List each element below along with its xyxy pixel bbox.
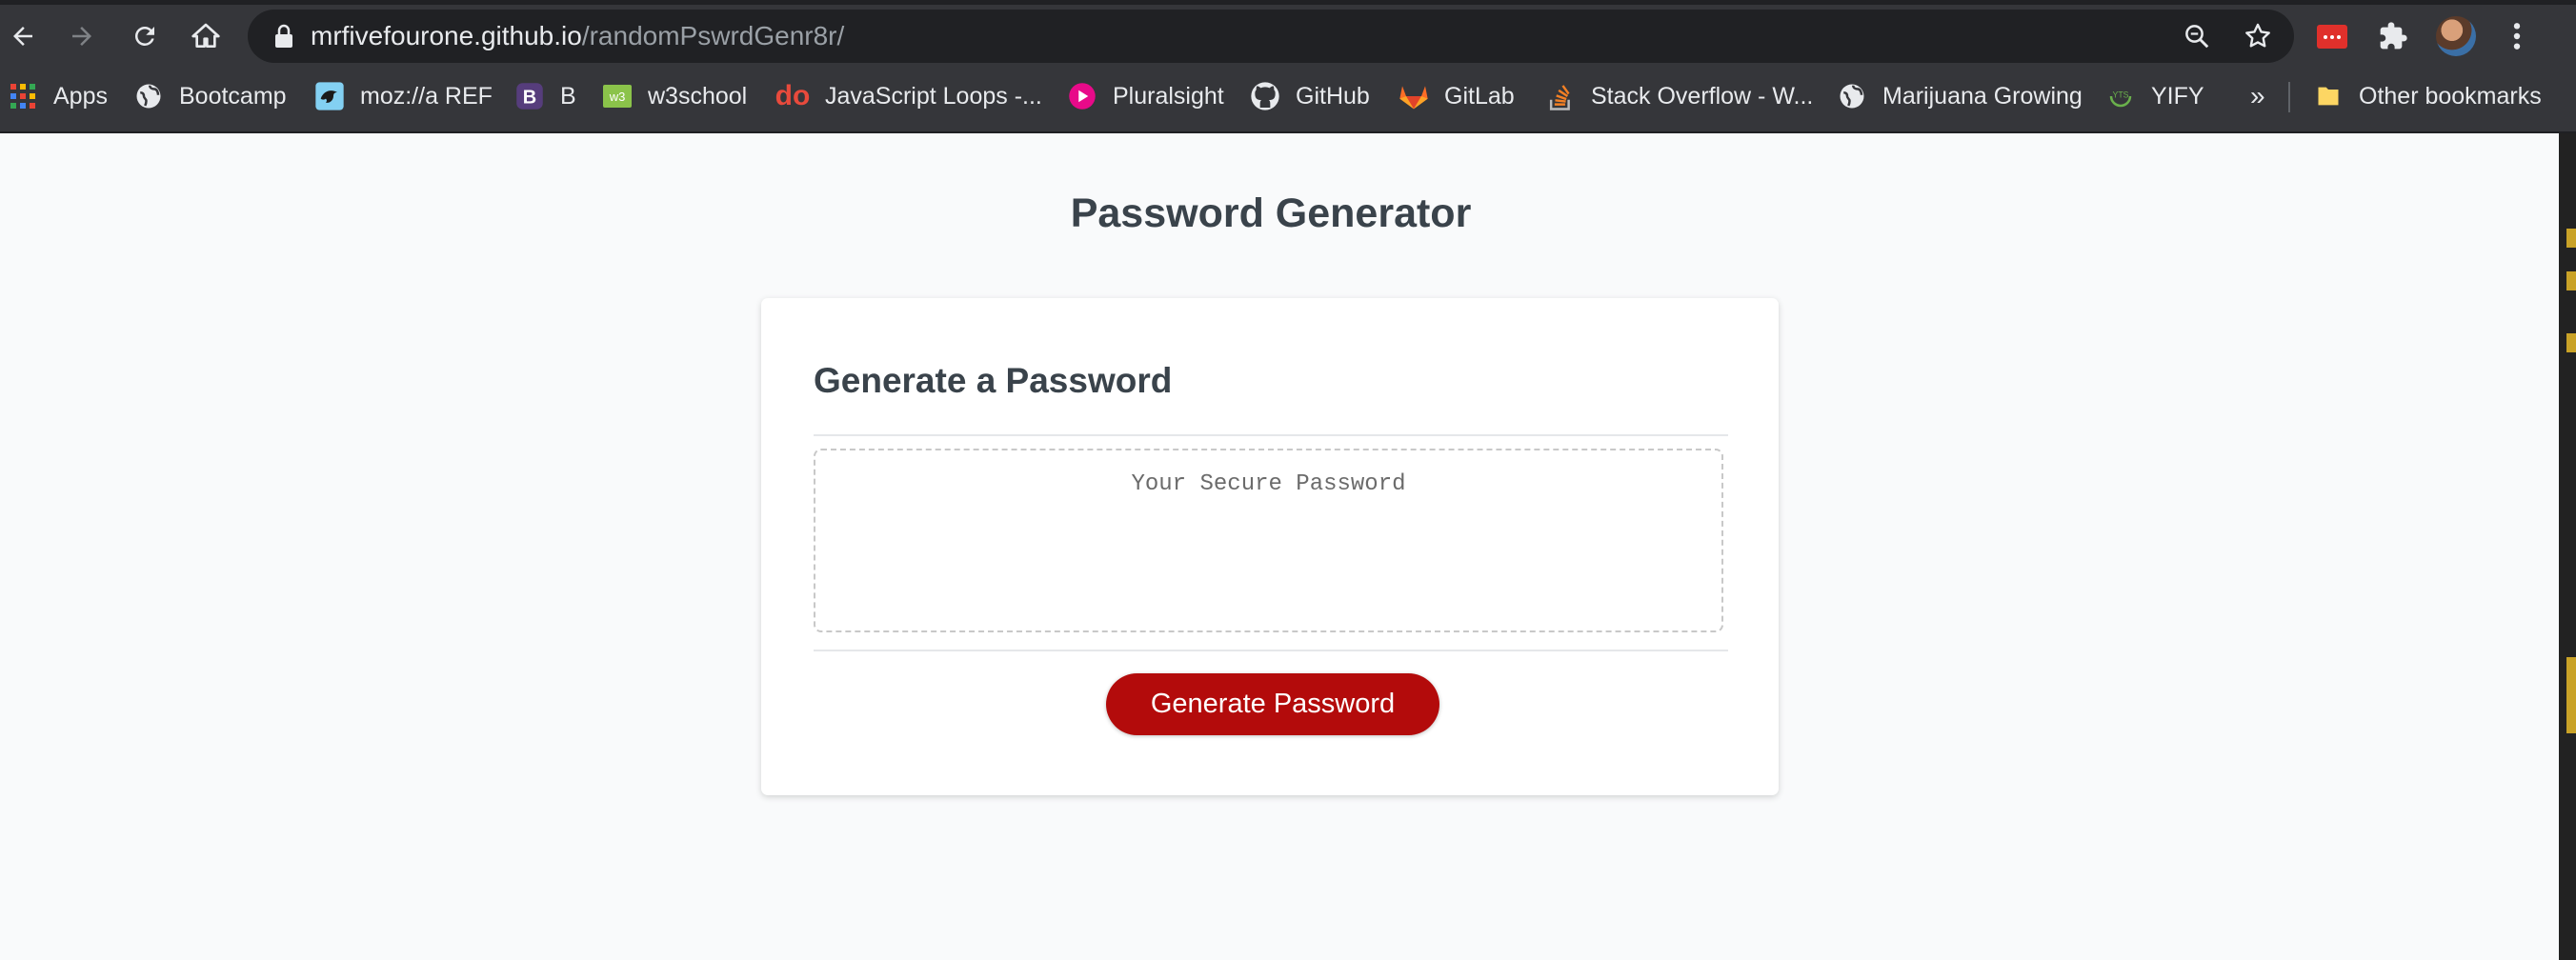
password-output[interactable] — [814, 449, 1723, 632]
yify-icon: YTS — [2105, 81, 2136, 111]
bookmark-stack-overflow[interactable]: Stack Overflow - W... — [1545, 72, 1813, 120]
forward-button[interactable] — [59, 13, 105, 59]
globe-icon — [1837, 81, 1867, 111]
zoom-button[interactable] — [2178, 17, 2216, 55]
window-edge-strip — [2559, 133, 2576, 960]
card-title: Generate a Password — [814, 361, 1173, 400]
zoom-icon — [2185, 25, 2209, 49]
extension-red-icon — [2317, 25, 2347, 49]
password-card: Generate a Password Generate Password — [761, 298, 1779, 795]
card-footer-divider — [814, 650, 1728, 651]
extension-red-button[interactable] — [2309, 13, 2355, 59]
home-icon — [191, 23, 220, 48]
bookmark-marijuana-growing[interactable]: Marijuana Growing — [1837, 72, 2083, 120]
tab-strip-edge — [0, 0, 2576, 5]
back-button[interactable] — [0, 13, 46, 59]
mozilla-icon — [314, 81, 345, 111]
edge-marker — [2566, 657, 2576, 733]
back-arrow-icon — [13, 27, 32, 46]
address-bar[interactable]: mrfivefourone.github.io/randomPswrdGenr8… — [248, 10, 2294, 63]
page-title: Password Generator — [1070, 190, 1472, 236]
w3schools-icon: w3 — [602, 81, 633, 111]
pluralsight-icon — [1067, 81, 1097, 111]
folder-icon — [2313, 81, 2344, 111]
bookmark-github[interactable]: GitHub — [1250, 72, 1370, 120]
kebab-menu-icon — [2513, 23, 2521, 50]
puzzle-icon — [2380, 22, 2407, 50]
bookmark-label: JavaScript Loops -... — [825, 82, 1042, 110]
home-button[interactable] — [183, 13, 229, 59]
bookmark-w3school[interactable]: w3 w3school — [602, 72, 747, 120]
forward-arrow-icon — [72, 27, 91, 46]
bookmark-label: w3school — [648, 82, 748, 110]
edge-marker — [2566, 229, 2576, 248]
bookmark-label: YIFY — [2151, 82, 2204, 110]
profile-button[interactable] — [2433, 13, 2479, 59]
stackoverflow-icon — [1545, 81, 1576, 111]
other-bookmarks-label: Other bookmarks — [2359, 82, 2542, 110]
lock-icon — [275, 24, 292, 48]
bookmark-label: Stack Overflow - W... — [1591, 82, 1814, 110]
generate-password-button[interactable]: Generate Password — [1106, 673, 1439, 735]
apps-grid-icon — [8, 81, 38, 111]
bookmark-javascript-loops[interactable]: do JavaScript Loops -... — [775, 72, 1042, 120]
globe-icon — [133, 81, 164, 111]
star-icon — [2245, 23, 2270, 48]
bookmark-star-button[interactable] — [2239, 17, 2277, 55]
overflow-chevron-icon: » — [2250, 81, 2265, 110]
browser-chrome: mrfivefourone.github.io/randomPswrdGenr8… — [0, 0, 2576, 133]
svg-text:YTS: YTS — [2112, 90, 2128, 99]
gitlab-icon — [1399, 81, 1429, 111]
bookmark-bootcamp[interactable]: Bootcamp — [133, 72, 287, 120]
bookmarks-overflow-button[interactable]: » — [2250, 72, 2265, 120]
svg-text:w3: w3 — [609, 90, 626, 104]
bookmarks-bar: Apps Bootcamp moz://a REF B B w3 w3schoo… — [0, 72, 2576, 130]
bookmark-label: Marijuana Growing — [1882, 82, 2083, 110]
bookmark-label: GitHub — [1296, 82, 1370, 110]
other-bookmarks[interactable]: Other bookmarks — [2313, 72, 2542, 120]
bookmark-label: Pluralsight — [1113, 82, 1224, 110]
extensions-button[interactable] — [2370, 13, 2416, 59]
bookmark-mozilla-ref[interactable]: moz://a REF — [314, 72, 493, 120]
url-text: mrfivefourone.github.io/randomPswrdGenr8… — [311, 10, 844, 63]
bookmark-yify[interactable]: YTS YIFY — [2105, 72, 2204, 120]
bookmark-gitlab[interactable]: GitLab — [1399, 72, 1515, 120]
bookmark-label: GitLab — [1444, 82, 1515, 110]
bookmark-label: B — [560, 82, 576, 110]
svg-text:B: B — [523, 88, 536, 109]
edge-marker — [2566, 271, 2576, 290]
chrome-divider — [0, 131, 2576, 133]
github-icon — [1250, 81, 1280, 111]
bookmark-label: Bootcamp — [179, 82, 287, 110]
bookmark-apps[interactable]: Apps — [8, 72, 108, 120]
bootstrap-icon: B — [514, 81, 545, 111]
reload-icon — [134, 26, 154, 46]
bookmark-bootstrap[interactable]: B B — [514, 72, 576, 120]
avatar — [2436, 16, 2476, 56]
bookmarks-separator — [2288, 82, 2290, 112]
reload-button[interactable] — [122, 13, 168, 59]
bookmark-pluralsight[interactable]: Pluralsight — [1067, 72, 1224, 120]
edge-marker — [2566, 333, 2576, 352]
browser-menu-button[interactable] — [2494, 13, 2540, 59]
bookmark-label: Apps — [53, 82, 108, 110]
card-header-divider — [814, 434, 1728, 436]
url-host: mrfivefourone.github.io — [311, 21, 582, 50]
url-path: /randomPswrdGenr8r/ — [581, 21, 845, 50]
do-icon: do — [775, 80, 811, 111]
bookmark-label: moz://a REF — [360, 82, 493, 110]
